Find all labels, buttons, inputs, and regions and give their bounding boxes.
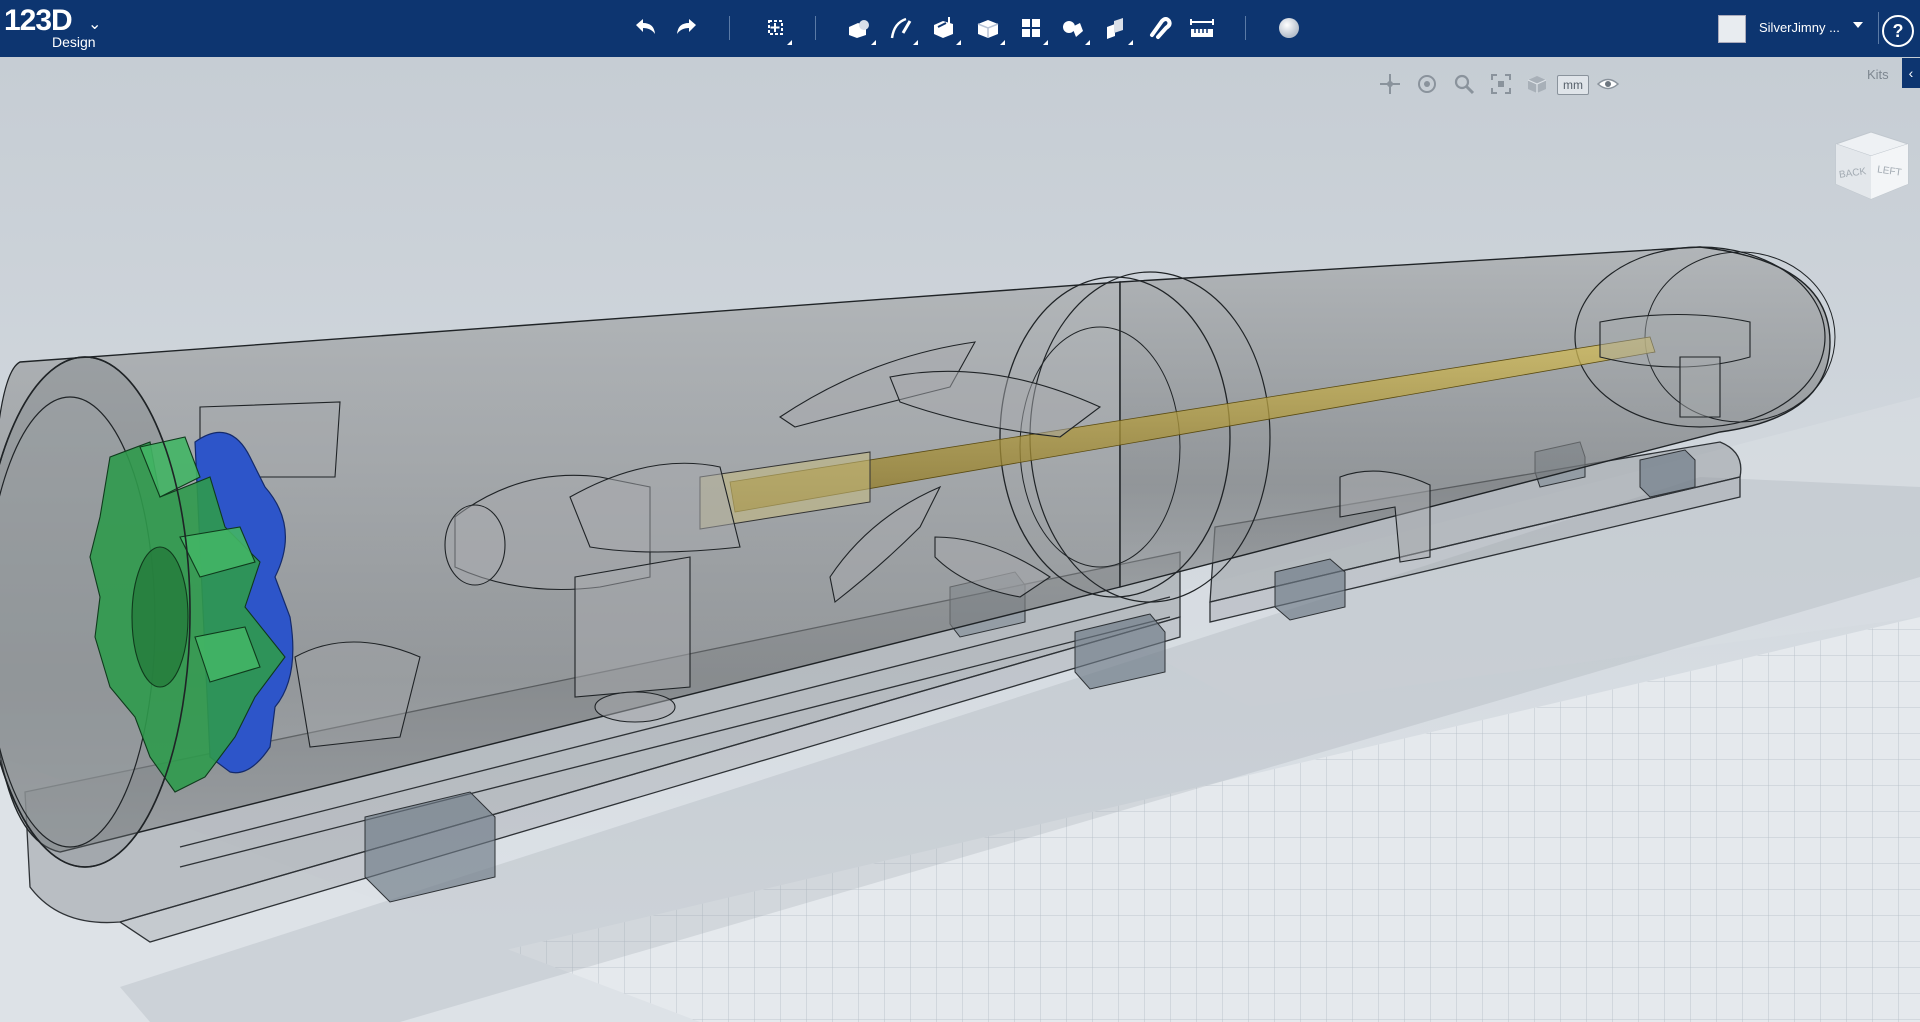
- measure-icon: [1190, 19, 1214, 37]
- construct-icon: [934, 17, 953, 38]
- measure-button[interactable]: [1183, 10, 1221, 46]
- user-name[interactable]: SilverJimny ...: [1759, 20, 1840, 35]
- toolbar-separator: [1878, 12, 1879, 44]
- sketch-icon: [890, 17, 912, 39]
- app-menu-chevron-icon[interactable]: ⌄: [88, 14, 101, 34]
- 3d-viewport[interactable]: mm Kits ‹ BACK LEFT: [0, 57, 1920, 1022]
- modify-button[interactable]: [969, 10, 1007, 46]
- toolbar-separator: [729, 16, 730, 40]
- units-button[interactable]: mm: [1557, 75, 1589, 95]
- transform-icon: [768, 20, 783, 35]
- undo-icon: [636, 19, 655, 34]
- view-cube[interactable]: BACK LEFT: [1826, 124, 1916, 214]
- combine-button[interactable]: [1097, 10, 1135, 46]
- pattern-icon: [1022, 19, 1040, 37]
- kits-panel-toggle[interactable]: ‹: [1902, 58, 1920, 88]
- primitives-button[interactable]: [840, 10, 878, 46]
- user-menu-chevron-icon[interactable]: [1853, 22, 1863, 28]
- material-icon: [1279, 18, 1299, 38]
- transform-button[interactable]: [756, 10, 794, 46]
- fit-icon: [1491, 74, 1511, 94]
- user-avatar[interactable]: [1718, 15, 1746, 43]
- eye-icon: [1596, 78, 1620, 90]
- grouping-button[interactable]: [1054, 10, 1092, 46]
- sketch-button[interactable]: [882, 10, 920, 46]
- pattern-button[interactable]: [1012, 10, 1050, 46]
- undo-button[interactable]: [626, 10, 664, 46]
- kits-label: Kits: [1867, 67, 1889, 82]
- redo-icon: [677, 19, 696, 34]
- primitives-icon: [849, 20, 869, 38]
- construct-button[interactable]: [925, 10, 963, 46]
- modify-icon: [977, 20, 999, 38]
- help-button[interactable]: ?: [1882, 15, 1914, 47]
- orbit-icon: [1418, 75, 1436, 93]
- grouping-icon: [1063, 21, 1083, 37]
- orbit-button[interactable]: [1413, 70, 1441, 98]
- top-toolbar: 123D Design ⌄ SilverJimny ... ?: [0, 0, 1920, 57]
- snap-icon: [1150, 17, 1172, 39]
- visual-style-icon: [1527, 76, 1547, 93]
- pan-button[interactable]: [1376, 70, 1404, 98]
- zoom-button[interactable]: [1450, 70, 1478, 98]
- visual-style-button[interactable]: [1523, 70, 1551, 98]
- redo-button[interactable]: [668, 10, 706, 46]
- logo-number: 123D: [4, 4, 73, 37]
- combine-icon: [1107, 18, 1123, 39]
- toolbar-separator: [1245, 16, 1246, 40]
- 3d-scene[interactable]: [0, 57, 1920, 1022]
- snap-button[interactable]: [1140, 10, 1178, 46]
- pan-icon: [1380, 74, 1400, 94]
- logo-subtitle: Design: [52, 34, 96, 50]
- fit-button[interactable]: [1487, 70, 1515, 98]
- toolbar-separator: [815, 16, 816, 40]
- zoom-icon: [1454, 74, 1475, 95]
- visibility-button[interactable]: [1594, 70, 1622, 98]
- material-button[interactable]: [1270, 10, 1308, 46]
